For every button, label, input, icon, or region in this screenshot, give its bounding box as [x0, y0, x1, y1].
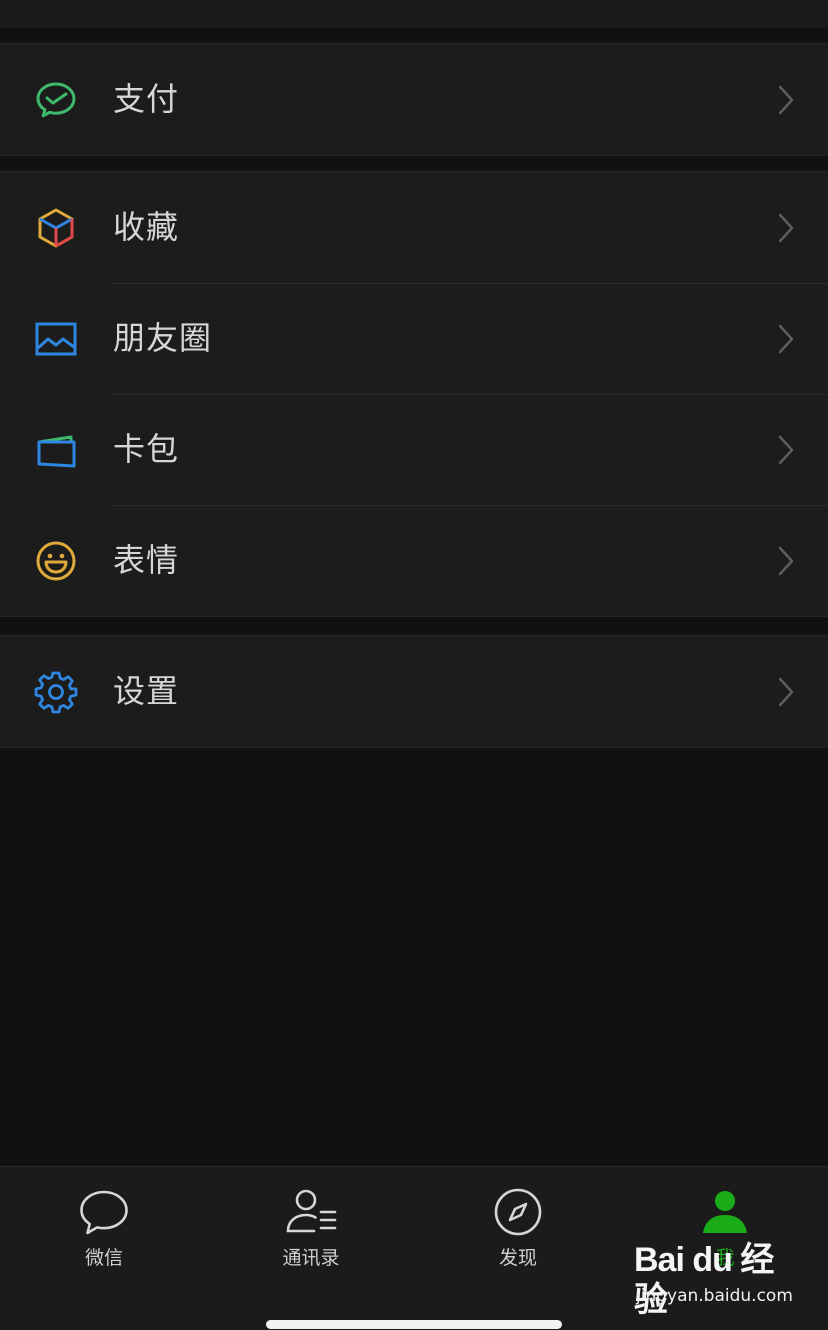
- pay-icon: [34, 78, 78, 122]
- tab-label: 发现: [498, 1247, 537, 1269]
- menu-group-settings: 设置: [0, 635, 828, 748]
- tab-contacts[interactable]: 通讯录: [251, 1185, 371, 1285]
- favorites-cube-icon: [34, 206, 78, 250]
- chevron-right-icon: [774, 675, 798, 709]
- menu-item-pay[interactable]: 支付: [0, 44, 828, 155]
- menu-item-label: 表情: [113, 541, 180, 579]
- smiley-face-icon: [34, 539, 78, 583]
- chevron-right-icon: [774, 211, 798, 245]
- menu-item-card-wallet[interactable]: 卡包: [0, 394, 828, 505]
- tab-label: 微信: [84, 1247, 123, 1269]
- menu-group-main: 收藏 朋友圈 卡包 表情: [0, 171, 828, 617]
- chevron-right-icon: [774, 544, 798, 578]
- menu-item-settings[interactable]: 设置: [0, 636, 828, 747]
- contacts-icon: [284, 1185, 338, 1239]
- chevron-right-icon: [774, 83, 798, 117]
- tab-chats[interactable]: 微信: [44, 1185, 164, 1285]
- menu-group-pay: 支付: [0, 43, 828, 156]
- menu-item-label: 支付: [113, 80, 180, 118]
- menu-item-moments[interactable]: 朋友圈: [0, 283, 828, 394]
- compass-icon: [491, 1185, 545, 1239]
- menu-item-stickers[interactable]: 表情: [0, 505, 828, 616]
- top-strip: [0, 0, 828, 28]
- menu-item-label: 朋友圈: [113, 319, 213, 357]
- watermark-logo: Bai du 经验: [634, 1241, 774, 1319]
- chat-bubble-icon: [77, 1185, 131, 1239]
- tab-label: 通讯录: [282, 1247, 340, 1269]
- watermark-url: jingyan.baidu.com: [636, 1286, 793, 1306]
- menu-item-label: 收藏: [113, 208, 180, 246]
- menu-item-favorites[interactable]: 收藏: [0, 172, 828, 283]
- menu-item-label: 卡包: [113, 430, 180, 468]
- tab-discover[interactable]: 发现: [458, 1185, 578, 1285]
- chevron-right-icon: [774, 322, 798, 356]
- gear-icon: [34, 670, 78, 714]
- chevron-right-icon: [774, 433, 798, 467]
- moments-photo-icon: [34, 317, 78, 361]
- menu-item-label: 设置: [113, 672, 180, 710]
- baidu-jingyan-watermark: Bai du 经验 jingyan.baidu.com: [634, 1240, 794, 1319]
- card-wallet-icon: [34, 428, 78, 472]
- home-indicator[interactable]: [266, 1320, 562, 1329]
- person-icon: [698, 1185, 752, 1239]
